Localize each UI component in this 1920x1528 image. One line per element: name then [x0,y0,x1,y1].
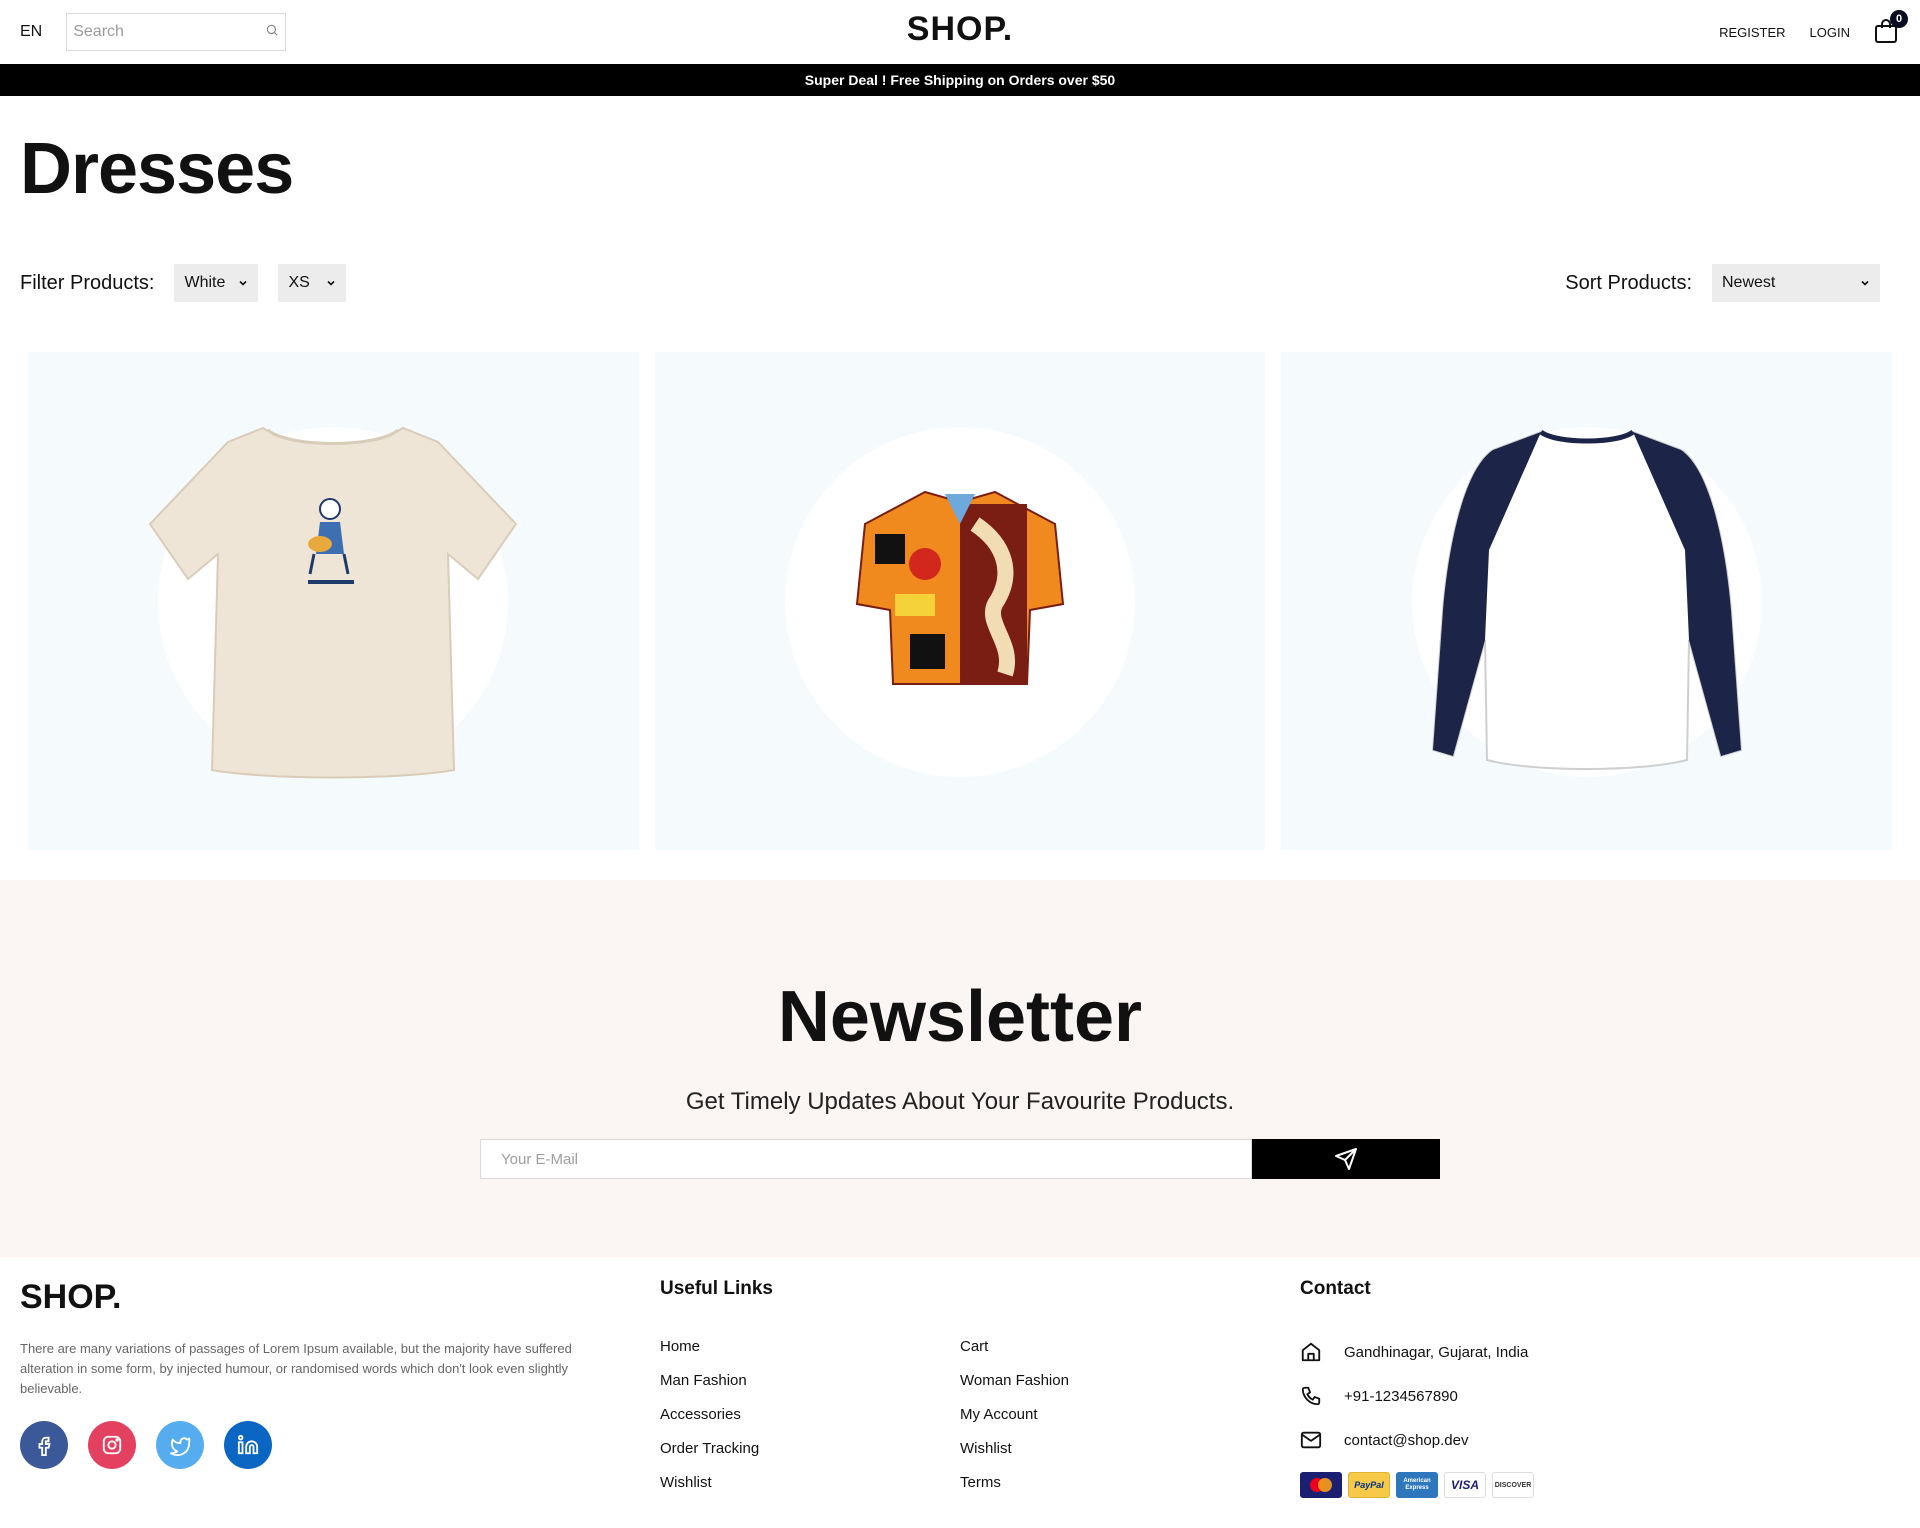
footer-logo[interactable]: SHOP. [20,1278,620,1317]
send-icon [1335,1148,1357,1170]
search-input[interactable] [73,23,254,41]
facebook-icon [38,1436,51,1456]
chevron-down-icon [327,280,336,286]
cart-button[interactable]: 0 [1874,10,1908,46]
footer-link-home[interactable]: Home [660,1338,759,1356]
contact-title: Contact [1300,1278,1371,1299]
footer-link-wishlist-2[interactable]: Wishlist [960,1440,1069,1458]
product-image-printed-shirt [855,490,1065,685]
contact-email-text: contact@shop.dev [1344,1431,1469,1449]
linkedin-button[interactable] [224,1421,272,1469]
size-filter-select[interactable]: XS [278,264,347,302]
product-card[interactable] [1281,352,1893,850]
contact-phone-text: +91-1234567890 [1344,1387,1458,1405]
instagram-button[interactable] [88,1421,136,1469]
sort-group: Sort Products: Newest [1565,264,1880,302]
linkedin-icon [237,1434,259,1455]
payment-methods: PayPal American Express VISA DISCOVER [1300,1472,1534,1498]
phone-icon [1301,1386,1321,1406]
announcement-bar: Super Deal ! Free Shipping on Orders ove… [0,64,1920,96]
contact-list: Gandhinagar, Gujarat, India +91-12345678… [1300,1330,1534,1462]
product-grid [28,352,1893,850]
sort-select[interactable]: Newest [1712,264,1880,302]
language-selector[interactable]: EN [20,23,42,41]
page-title: Dresses [20,129,294,209]
sort-label: Sort Products: [1565,271,1692,294]
footer-link-man-fashion[interactable]: Man Fashion [660,1372,759,1390]
amex-icon: American Express [1396,1472,1438,1498]
contact-email: contact@shop.dev [1300,1418,1534,1462]
footer-about: SHOP. There are many variations of passa… [20,1278,620,1469]
footer-link-my-account[interactable]: My Account [960,1406,1069,1424]
newsletter-form [480,1139,1440,1179]
footer: SHOP. There are many variations of passa… [0,1258,1920,1528]
useful-links-title: Useful Links [660,1278,773,1299]
footer-link-woman-fashion[interactable]: Woman Fashion [960,1372,1069,1390]
register-link[interactable]: REGISTER [1719,25,1785,40]
discover-icon: DISCOVER [1492,1472,1534,1498]
chevron-down-icon [1861,280,1869,286]
paypal-icon: PayPal [1348,1472,1390,1498]
visa-icon: VISA [1444,1472,1486,1498]
footer-contact: Contact Gandhinagar, Gujarat, India +91-… [1300,1278,1534,1498]
navbar-left: EN [20,13,287,51]
twitter-icon [169,1437,191,1456]
newsletter-subtitle: Get Timely Updates About Your Favourite … [685,1088,1235,1115]
instagram-icon [102,1435,122,1455]
footer-description: There are many variations of passages of… [20,1341,572,1396]
color-filter-value: White [184,274,226,291]
social-links [20,1421,620,1469]
footer-link-terms[interactable]: Terms [960,1474,1069,1492]
navbar: EN SHOP. REGISTER LOGIN 0 [0,0,1920,64]
footer-link-cart[interactable]: Cart [960,1338,1069,1356]
newsletter-submit-button[interactable] [1252,1139,1440,1179]
footer-link-wishlist[interactable]: Wishlist [660,1474,759,1492]
size-filter-value: XS [288,274,310,291]
newsletter-email-input[interactable] [480,1139,1252,1179]
footer-links-col1: Home Man Fashion Accessories Order Track… [660,1338,759,1508]
facebook-button[interactable] [20,1421,68,1469]
filter-group: Filter Products: White XS [20,264,347,302]
contact-address-text: Gandhinagar, Gujarat, India [1344,1343,1529,1361]
product-card[interactable] [654,352,1266,850]
home-icon [1301,1342,1321,1362]
login-link[interactable]: LOGIN [1810,25,1850,40]
product-image-tshirt [149,426,518,779]
footer-link-accessories[interactable]: Accessories [660,1406,759,1424]
search-icon[interactable] [265,23,279,42]
chevron-down-icon [239,280,248,286]
product-image-raglan [1431,430,1742,770]
mastercard-icon [1300,1472,1342,1498]
product-card[interactable] [28,352,639,850]
footer-links-col2: Cart Woman Fashion My Account Wishlist T… [960,1338,1069,1508]
twitter-button[interactable] [156,1421,204,1469]
logo[interactable]: SHOP. [907,10,1013,49]
search-box[interactable] [66,13,287,51]
cart-count-badge: 0 [1890,10,1908,28]
filter-row: Filter Products: White XS Sort Products:… [20,264,1880,302]
newsletter-section: Newsletter Get Timely Updates About Your… [0,880,1920,1258]
filter-label: Filter Products: [20,271,155,294]
newsletter-title: Newsletter [777,977,1143,1057]
contact-address: Gandhinagar, Gujarat, India [1300,1330,1534,1374]
footer-link-order-tracking[interactable]: Order Tracking [660,1440,759,1458]
footer-useful-links: Useful Links [660,1278,773,1300]
contact-phone: +91-1234567890 [1300,1374,1534,1418]
navbar-right: REGISTER LOGIN 0 [1719,10,1908,46]
sort-value: Newest [1722,274,1776,291]
mail-icon [1300,1431,1322,1449]
color-filter-select[interactable]: White [174,264,259,302]
